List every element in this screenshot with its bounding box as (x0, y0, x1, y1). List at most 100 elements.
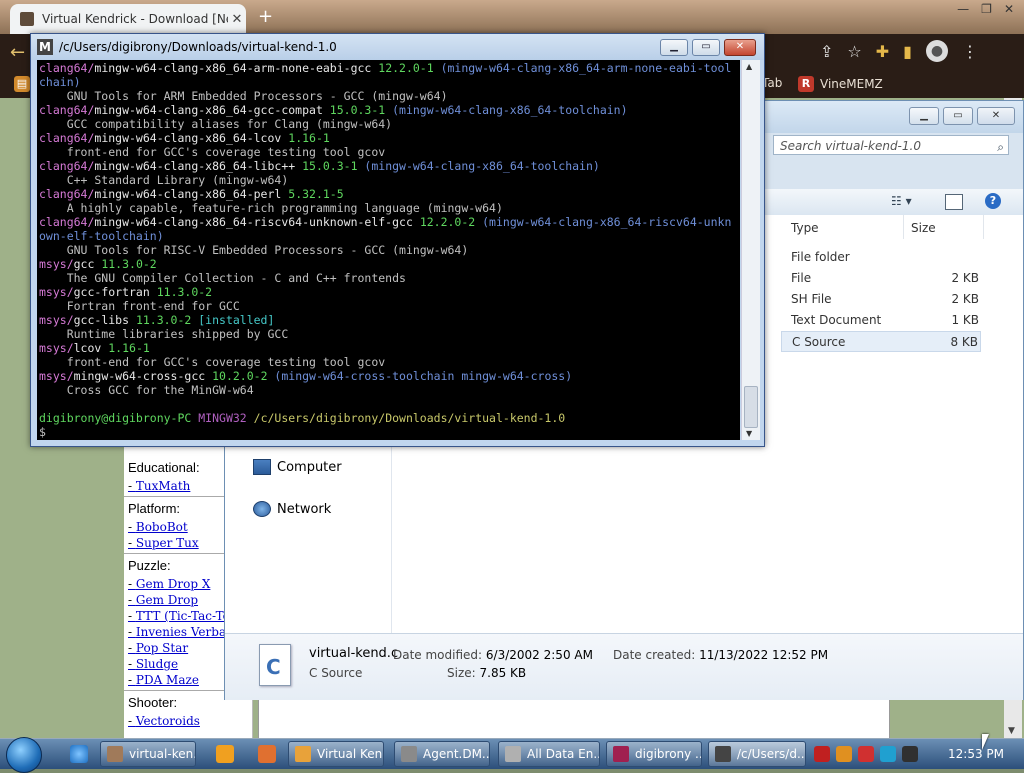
terminal-text: 15.0.3-1 (329, 103, 393, 117)
scroll-up-icon[interactable]: ▲ (746, 62, 752, 71)
column-divider[interactable] (983, 215, 984, 239)
chrome-tab[interactable]: Virtual Kendrick - Download [Ne ✕ (10, 4, 246, 34)
task-label: Virtual Ken... (317, 747, 383, 761)
terminal-text: msys/ (39, 285, 74, 299)
terminal-text: GNU Tools for ARM Embedded Processors - … (39, 89, 448, 103)
terminal-text: 12.2.0-2 (419, 215, 483, 229)
details-file-name: virtual-kend.c (309, 646, 399, 661)
column-divider[interactable] (903, 215, 904, 239)
terminal-text: msys/ (39, 257, 74, 271)
minimize-icon[interactable]: ▁ (660, 39, 688, 56)
close-icon[interactable]: ✕ (724, 39, 756, 56)
terminal-window-controls: ▁ ▭ ✕ (660, 39, 756, 56)
task-label: digibrony ... (635, 747, 702, 761)
maximize-icon[interactable]: ▭ (943, 107, 973, 125)
taskbar-clock[interactable]: 12:53 PM (948, 747, 1004, 761)
minimize-icon[interactable]: — (957, 2, 969, 16)
terminal-line: msys/gcc-libs 11.3.0-2 [installed] (39, 313, 738, 327)
scroll-down-icon[interactable]: ▼ (1008, 726, 1015, 736)
close-icon[interactable]: ✕ (977, 107, 1015, 125)
bookmark-vinememz[interactable]: R VineMEMZ (798, 76, 883, 92)
back-arrow-icon[interactable]: ← (10, 42, 25, 63)
views-menu-icon[interactable]: ☷ ▾ (891, 194, 912, 208)
nav-item-network[interactable]: Network (253, 501, 331, 517)
taskbar-task-button[interactable]: Agent.DM... (394, 741, 490, 767)
chrome-menu-icon[interactable]: ⋮ (962, 42, 978, 61)
display-tray-icon[interactable] (880, 746, 896, 762)
search-icon[interactable]: ⌕ (997, 137, 1004, 157)
bookmark-star-icon[interactable]: ☆ (847, 42, 861, 61)
task-app-icon (107, 746, 123, 762)
profile-avatar-icon[interactable]: ● (925, 40, 948, 62)
terminal-output[interactable]: clang64/mingw-w64-clang-x86_64-arm-none-… (37, 60, 740, 440)
terminal-text: mingw-w64-clang-x86_64-riscv64-unknown-e… (94, 215, 420, 229)
column-header-size[interactable]: Size (911, 221, 936, 235)
file-row[interactable]: File folder (781, 247, 981, 268)
nav-item-computer[interactable]: Computer (253, 459, 342, 475)
taskbar-task-button[interactable]: virtual-ken... (100, 741, 196, 767)
terminal-text: (mingw-w64-cross-toolchain mingw-w64-cro… (274, 369, 573, 383)
terminal-text: 12.2.0-1 (378, 61, 441, 75)
flag-tray-icon[interactable] (858, 746, 874, 762)
vivaldi-tray-icon[interactable] (814, 746, 830, 762)
file-row[interactable]: SH File 2 KB (781, 289, 981, 310)
terminal-line: GCC compatibility aliases for Clang (min… (39, 117, 738, 131)
minimize-icon[interactable]: ▁ (909, 107, 939, 125)
terminal-text: clang64/ (39, 187, 95, 201)
file-row[interactable]: File 2 KB (781, 268, 981, 289)
extensions-puzzle-icon[interactable]: ✚ (876, 42, 889, 61)
terminal-text: msys/ (39, 313, 74, 327)
c-source-file-icon: C (259, 644, 291, 686)
scroll-down-icon[interactable]: ▼ (746, 429, 752, 438)
terminal-text: msys/ (39, 369, 74, 383)
bookmark-tab[interactable]: Tab (762, 76, 782, 90)
terminal-text: mingw-w64-clang-x86_64-libc++ (94, 159, 303, 173)
file-row[interactable]: Text Document 1 KB (781, 310, 981, 331)
close-icon[interactable]: ✕ (1004, 2, 1014, 16)
game-link[interactable]: - Vectoroids (128, 713, 248, 729)
terminal-text: clang64/ (39, 131, 95, 145)
terminal-text: clang64/ (39, 103, 95, 117)
side-panel-icon[interactable]: ▮ (903, 42, 912, 61)
terminal-line: msys/gcc 11.3.0-2 (39, 257, 738, 271)
chrome-tabstrip: Virtual Kendrick - Download [Ne ✕ + — ❐ … (0, 0, 1024, 34)
ie-quicklaunch-icon[interactable] (70, 745, 88, 763)
restore-icon[interactable]: ❐ (981, 2, 992, 16)
terminal-text: mingw-w64-clang-x86_64-lcov (94, 131, 289, 145)
app-quicklaunch-icon[interactable] (258, 745, 276, 763)
column-header-type[interactable]: Type (791, 221, 819, 235)
taskbar-task-button[interactable]: Virtual Ken... (288, 741, 384, 767)
search-input[interactable]: Search virtual-kend-1.0 ⌕ (773, 135, 1009, 155)
maximize-icon[interactable]: ▭ (692, 39, 720, 56)
obs-tray-icon[interactable] (902, 746, 918, 762)
preview-pane-icon[interactable] (945, 194, 963, 210)
scrollbar-thumb[interactable] (744, 386, 758, 428)
terminal-text: 11.3.0-2 (101, 257, 157, 271)
help-icon[interactable]: ? (985, 193, 1001, 209)
terminal-text: clang64/ (39, 215, 95, 229)
terminal-titlebar[interactable]: M /c/Users/digibrony/Downloads/virtual-k… (31, 34, 764, 60)
taskbar-task-button[interactable]: digibrony ... (606, 741, 702, 767)
file-type: SH File (791, 292, 832, 306)
terminal-text: MINGW32 (198, 411, 254, 425)
terminal-text: msys/ (39, 341, 74, 355)
search-placeholder: Search virtual-kend-1.0 (780, 139, 921, 153)
file-size: 2 KB (951, 271, 979, 285)
taskbar-task-button[interactable]: All Data En... (498, 741, 600, 767)
bookmark-app-icon[interactable]: ▤ (14, 76, 30, 92)
new-tab-button[interactable]: + (258, 6, 273, 27)
file-row-selected[interactable]: C Source 8 KB (781, 331, 981, 352)
terminal-line: clang64/mingw-w64-clang-x86_64-riscv64-u… (39, 215, 738, 229)
terminal-text: mingw-w64-clang-x86_64-gcc-compat (94, 103, 330, 117)
terminal-text: 15.0.3-1 (302, 159, 365, 173)
terminal-scrollbar[interactable]: ▲ ▼ (741, 60, 760, 440)
task-label: All Data En... (527, 747, 600, 761)
media-quicklaunch-icon[interactable] (216, 745, 234, 763)
taskbar-task-button[interactable]: /c/Users/d... (708, 741, 806, 767)
terminal-line: clang64/mingw-w64-clang-x86_64-libc++ 15… (39, 159, 738, 173)
share-icon[interactable]: ⇪ (820, 42, 833, 61)
terminal-text: lcov (73, 341, 109, 355)
search-tray-icon[interactable] (836, 746, 852, 762)
terminal-line: chain) (39, 75, 738, 89)
tab-close-icon[interactable]: ✕ (228, 12, 246, 27)
